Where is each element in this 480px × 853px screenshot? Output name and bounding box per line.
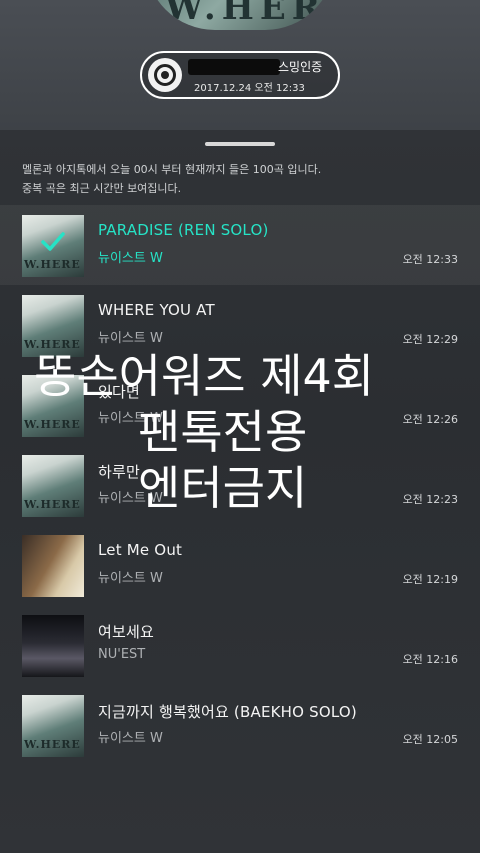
album-art-text: W.HERE xyxy=(165,0,335,28)
album-thumbnail xyxy=(22,455,84,517)
track-time: 오전 12:16 xyxy=(402,653,458,666)
album-art-top: W.HERE xyxy=(145,0,335,30)
redacted-username xyxy=(188,59,280,75)
notice-text: 멜론과 아지톡에서 오늘 00시 부터 현재까지 들은 100곡 입니다. 중복… xyxy=(22,160,462,198)
track-title: PARADISE (REN SOLO) xyxy=(98,221,269,239)
album-thumbnail xyxy=(22,695,84,757)
track-time: 오전 12:33 xyxy=(402,253,458,266)
track-title: 하루만 xyxy=(98,463,141,481)
track-row[interactable]: 여보세요 NU'EST 오전 12:16 xyxy=(0,605,480,685)
track-time: 오전 12:23 xyxy=(402,493,458,506)
album-thumbnail xyxy=(22,615,84,677)
check-icon xyxy=(41,232,65,251)
track-artist: 뉴이스트 W xyxy=(98,251,163,266)
track-artist: 뉴이스트 W xyxy=(98,571,163,586)
track-title: Let Me Out xyxy=(98,541,183,559)
drag-handle[interactable] xyxy=(205,142,275,146)
track-time: 오전 12:29 xyxy=(402,333,458,346)
track-time: 오전 12:26 xyxy=(402,413,458,426)
album-thumbnail xyxy=(22,375,84,437)
track-row[interactable]: WHERE YOU AT 뉴이스트 W 오전 12:29 xyxy=(0,285,480,365)
track-row[interactable]: Let Me Out 뉴이스트 W 오전 12:19 xyxy=(0,525,480,605)
track-artist: NU'EST xyxy=(98,647,146,662)
track-time: 오전 12:19 xyxy=(402,573,458,586)
track-artist: 뉴이스트 W xyxy=(98,731,163,746)
track-row[interactable]: PARADISE (REN SOLO) 뉴이스트 W 오전 12:33 xyxy=(0,205,480,285)
track-row[interactable]: 지금까지 행복했어요 (BAEKHO SOLO) 뉴이스트 W 오전 12:05 xyxy=(0,685,480,765)
track-artist: 뉴이스트 W xyxy=(98,331,163,346)
track-row[interactable]: 있다면 뉴이스트 W 오전 12:26 xyxy=(0,365,480,445)
track-title: WHERE YOU AT xyxy=(98,301,215,319)
disc-icon xyxy=(148,58,182,92)
streaming-cert-badge[interactable]: 스밍인증 2017.12.24 오전 12:33 xyxy=(140,51,340,99)
album-thumbnail xyxy=(22,215,84,277)
track-title: 지금까지 행복했어요 (BAEKHO SOLO) xyxy=(98,703,357,721)
track-title: 있다면 xyxy=(98,383,141,401)
track-artist: 뉴이스트 W xyxy=(98,491,163,506)
notice-line-1: 멜론과 아지톡에서 오늘 00시 부터 현재까지 들은 100곡 입니다. xyxy=(22,163,322,176)
track-title: 여보세요 xyxy=(98,623,155,641)
cert-label: 스밍인증 xyxy=(278,60,323,74)
album-thumbnail xyxy=(22,295,84,357)
cert-datetime: 2017.12.24 오전 12:33 xyxy=(194,83,305,94)
notice-line-2: 중복 곡은 최근 시간만 보여집니다. xyxy=(22,182,182,195)
track-time: 오전 12:05 xyxy=(402,733,458,746)
track-artist: 뉴이스트 W xyxy=(98,411,163,426)
album-thumbnail xyxy=(22,535,84,597)
track-row[interactable]: 하루만 뉴이스트 W 오전 12:23 xyxy=(0,445,480,525)
